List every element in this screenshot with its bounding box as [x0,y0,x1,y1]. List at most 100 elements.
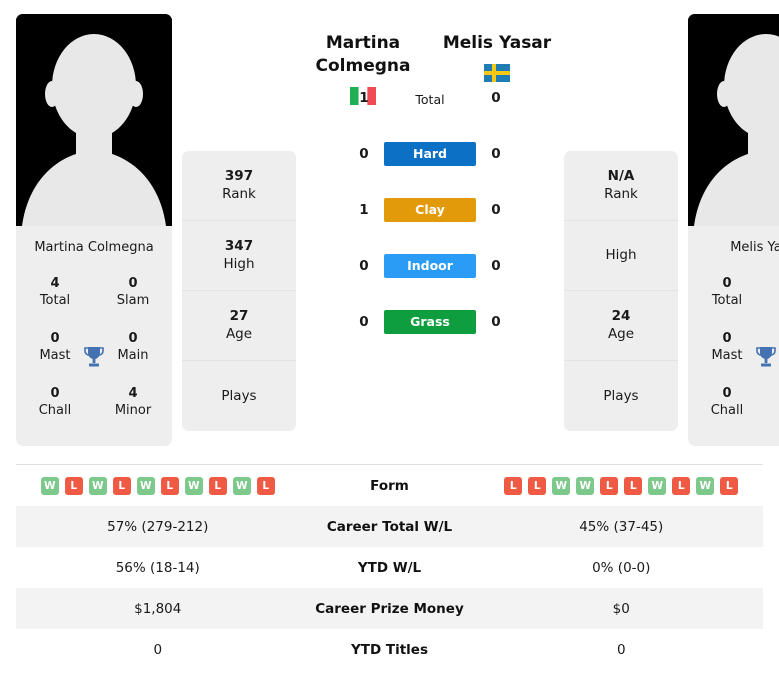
sweden-flag-icon [484,64,510,82]
stat-value: 0 [128,331,138,346]
surface-chip-hard[interactable]: Hard [384,142,476,166]
form-badge-loss: L [504,476,523,495]
h2h-label: Total [415,91,445,107]
stat-cell: 0 Slam [94,267,172,322]
form-badge-win: W [552,476,571,495]
info-cell-high: 347 High [182,221,296,291]
player-name-right: Melis Yasar [730,240,779,255]
surface-chip-clay[interactable]: Clay [384,198,476,222]
info-value: 397 [224,168,254,184]
stat-label: Chall [710,403,744,418]
info-label: Plays [603,387,639,404]
form-badge-win: W [136,476,155,495]
row-value-right: 45% (37-45) [579,518,664,535]
info-value: 347 [224,238,254,254]
row-label: Career Prize Money [315,600,464,617]
player-comparison-header: Martina Colmegna 4 Total 0 Slam 0 Mast 0… [0,0,779,446]
player-header-right: Melis Yasar [440,14,554,82]
form-badge-loss: L [160,476,179,495]
trophy-icon [81,344,107,370]
form-badge-win: W [576,476,595,495]
info-label: Rank [222,186,256,202]
h2h-label-wrap: Indoor [384,254,476,278]
h2h-label-wrap: Hard [384,142,476,166]
form-badge-loss: L [112,476,131,495]
stat-label: Minor [114,403,152,418]
info-label: High [605,247,637,263]
table-row-career-total-wl: 57% (279-212) Career Total W/L 45% (37-4… [16,506,763,547]
stat-value: 4 [50,276,60,291]
stat-value: 0 [768,275,779,292]
info-column-left: 397 Rank 347 High 27 Age Plays [182,151,296,431]
stat-cell: 4 Total [16,267,94,322]
player-name-left: Martina Colmegna [34,240,154,255]
h2h-right-score: 0 [491,202,501,218]
table-row-ytd-titles: 0 YTD Titles 0 [16,629,763,670]
info-cell-rank: N/A Rank [564,151,678,221]
row-value-right: 0% (0-0) [592,559,651,576]
h2h-left-score: 0 [359,146,369,162]
row-value-left: 57% (279-212) [107,518,209,535]
info-cell-age: 27 Age [182,291,296,361]
info-cell-plays: Plays [564,361,678,431]
info-cell-high: High [564,221,678,291]
info-cell-plays: Plays [182,361,296,431]
surface-chip-indoor[interactable]: Indoor [384,254,476,278]
info-column-right: N/A Rank High 24 Age Plays [564,151,678,431]
info-cell-rank: 397 Rank [182,151,296,221]
info-value: N/A [607,168,635,184]
stat-cell: 0 Chall [688,377,766,432]
form-badge-loss: L [256,476,275,495]
form-strip-left: WLWLWLWLWL [16,476,300,495]
player-card-right[interactable]: Melis Yasar 0 Total 0 Slam 0 Mast 0 Main… [688,14,779,446]
stat-label: Total [711,293,743,308]
row-label: YTD Titles [351,641,428,658]
table-row-ytd-wl: 56% (18-14) YTD W/L 0% (0-0) [16,547,763,588]
stat-label: Slam [116,293,150,308]
row-value-right: $0 [612,600,630,617]
stat-value: 0 [722,276,732,291]
h2h-left-score: 1 [359,90,369,106]
form-badge-loss: L [64,476,83,495]
player-photo-right [688,14,779,226]
stat-value: 0 [722,386,732,401]
stat-value: 4 [128,386,138,401]
info-label: Age [225,326,253,342]
stat-cell: 0 Minor [766,377,779,432]
stat-label: Chall [38,403,72,418]
titles-grid-left: 4 Total 0 Slam 0 Mast 0 Main 0 Chall 4 M… [16,267,172,446]
stat-label: Minor [768,402,779,420]
surface-chip-grass[interactable]: Grass [384,310,476,334]
form-badge-loss: L [600,476,619,495]
form-strip-right: LLWWLLWLWL [480,476,764,495]
stat-label: Main [117,348,149,363]
stat-label: Slam [768,292,779,310]
stat-cell: 0 Chall [16,377,94,432]
form-badge-win: W [88,476,107,495]
form-badge-loss: L [720,476,739,495]
form-badge-loss: L [528,476,547,495]
trophy-icon [753,344,779,370]
row-value-left: 56% (18-14) [115,559,200,576]
row-value-left: $1,804 [134,600,182,617]
form-badge-win: W [648,476,667,495]
stat-cell: 0 Total [688,267,766,322]
stat-cell: 0 Slam [766,267,779,322]
stat-cell: 4 Minor [94,377,172,432]
form-badge-win: W [696,476,715,495]
h2h-left-score: 0 [359,314,369,330]
form-badge-win: W [184,476,203,495]
h2h-right-score: 0 [491,146,501,162]
row-value-right: 0 [616,641,626,658]
titles-grid-right: 0 Total 0 Slam 0 Mast 0 Main 0 Chall 0 M… [688,267,779,446]
h2h-left-score: 1 [359,202,369,218]
form-badges-left: WLWLWLWLWL [16,476,300,495]
info-value: 27 [229,308,249,324]
player-title-left: Martina Colmegna [315,33,411,76]
row-label: YTD W/L [357,559,422,576]
info-label: Age [607,326,635,342]
form-badge-loss: L [672,476,691,495]
h2h-left-score: 0 [359,258,369,274]
form-badge-loss: L [624,476,643,495]
player-card-left[interactable]: Martina Colmegna 4 Total 0 Slam 0 Mast 0… [16,14,172,446]
